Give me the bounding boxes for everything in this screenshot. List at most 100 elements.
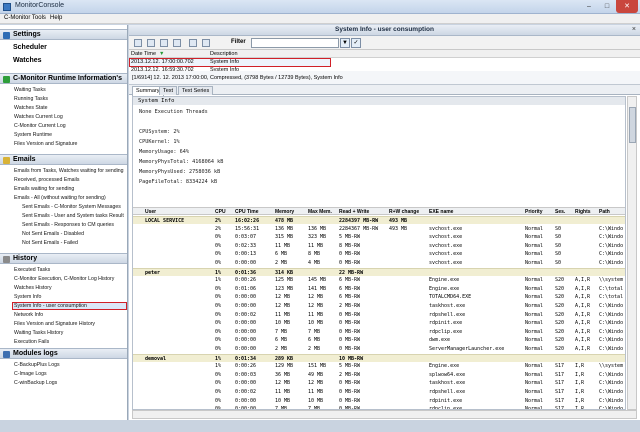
- process-row[interactable]: 0% 0:00:02 11 MB 11 MB 0 MB-RW rdpshell.exe No…: [133, 388, 625, 396]
- filter-input[interactable]: [251, 38, 339, 48]
- col-header-memory[interactable]: Memory: [275, 209, 294, 215]
- col-description[interactable]: Description: [210, 51, 238, 57]
- process-row[interactable]: 0% 0:00:00 6 MB 6 MB 0 MB-RW dwm.exe Normal S20…: [133, 336, 625, 344]
- nav-history-item[interactable]: Executed Tasks: [14, 266, 50, 274]
- search-icon[interactable]: [189, 39, 197, 47]
- maximize-button[interactable]: □: [598, 0, 616, 13]
- nav-email-subitem[interactable]: Not Sent Emails - Failed: [22, 239, 78, 247]
- col-datetime[interactable]: Date Time: [131, 51, 156, 57]
- col-header-read-write[interactable]: Read + Write: [339, 209, 369, 215]
- menu-help[interactable]: Help: [50, 15, 62, 21]
- vertical-scrollbar[interactable]: [627, 96, 637, 410]
- nav-history-item[interactable]: Files Version and Signature History: [14, 320, 95, 328]
- search-next-icon[interactable]: [202, 39, 210, 47]
- col-header-exe-name[interactable]: EXE name: [429, 209, 453, 215]
- col-header-user[interactable]: User: [145, 209, 156, 215]
- process-row[interactable]: 0% 0:00:00 12 MB 12 MB 2 MB-RW taskhost.exe No…: [133, 302, 625, 310]
- nav-history-item[interactable]: Waiting Tasks History: [14, 329, 63, 337]
- col-header-path[interactable]: Path: [599, 209, 610, 215]
- nav-runtime-item[interactable]: Running Tasks: [14, 95, 48, 103]
- process-row[interactable]: 0% 0:00:00 2 MB 2 MB 0 MB-RW ServerManagerLau…: [133, 345, 625, 353]
- tab-text-series[interactable]: Text Series: [178, 86, 214, 95]
- nav-runtime-item[interactable]: Files Version and Signature: [14, 140, 77, 148]
- user-group-row[interactable]: demoval 1% 0:01:34 289 KB 10 MB-RW: [133, 353, 625, 362]
- nav-module-item[interactable]: C-Image Logs: [14, 370, 47, 378]
- process-row[interactable]: 0% 0:00:00 12 MB 12 MB 6 MB-RW TOTALCMD64.EXE…: [133, 293, 625, 301]
- process-row[interactable]: 0% 0:00:00 12 MB 12 MB 0 MB-RW taskhost.exe No…: [133, 379, 625, 387]
- nav-runtime-item[interactable]: Waiting Tasks: [14, 86, 46, 94]
- refresh-icon[interactable]: [134, 39, 142, 47]
- nav-runtime-item[interactable]: Watches State: [14, 104, 48, 112]
- panel-close-icon[interactable]: ×: [632, 26, 636, 33]
- cell-session: S20: [555, 277, 565, 284]
- nav-history-item[interactable]: System Info: [14, 293, 41, 301]
- nav-history-item[interactable]: C-Monitor Execution, C-Monitor Log Histo…: [14, 275, 114, 283]
- nav-runtime-item[interactable]: C-Monitor Current Log: [14, 122, 66, 130]
- nav-email-item[interactable]: Emails waiting for sending: [14, 185, 74, 193]
- scroll-thumb[interactable]: [629, 107, 636, 143]
- close-button[interactable]: ✕: [616, 0, 638, 13]
- process-row[interactable]: 0% 0:02:33 11 MB 11 MB 8 MB-RW svchost.exe Nor…: [133, 242, 625, 250]
- horizontal-scrollbar[interactable]: [132, 410, 637, 419]
- process-row[interactable]: 0% 0:00:02 11 MB 11 MB 0 MB-RW rdpshell.exe No…: [133, 311, 625, 319]
- nav-history-item[interactable]: Network Info: [14, 311, 43, 319]
- col-header-session[interactable]: Ses.: [555, 209, 565, 215]
- process-row[interactable]: 0% 0:01:06 123 MB 141 MB 6 MB-RW Engine.exe No…: [133, 285, 625, 293]
- minimize-button[interactable]: –: [580, 0, 598, 13]
- process-row[interactable]: 0% 0:00:00 10 MB 10 MB 0 MB-RW rdpinit.exe Nor…: [133, 319, 625, 327]
- user-group-row[interactable]: peter 1% 0:01:36 314 KB 22 MB-RW: [133, 267, 625, 276]
- process-row[interactable]: 1% 0:00:26 129 MB 151 MB 5 MB-RW Engine.exe No…: [133, 362, 625, 370]
- nav-module-item[interactable]: C-BackupPlus Logs: [14, 361, 60, 369]
- nav-email-subitem[interactable]: Not Sent Emails - Disabled: [22, 230, 84, 238]
- col-header-rw-change[interactable]: R+W change: [389, 209, 419, 215]
- col-header-max-mem[interactable]: Max Mem.: [308, 209, 332, 215]
- cell-max-mem: 136 MB: [308, 225, 327, 232]
- section-emails[interactable]: Emails: [0, 154, 127, 165]
- section-modules[interactable]: Modules logs: [0, 348, 127, 359]
- tab-text[interactable]: Text: [159, 86, 178, 95]
- col-header-cpu[interactable]: CPU: [215, 209, 226, 215]
- nav-email-item[interactable]: Emails from Tasks, Watches waiting for s…: [14, 167, 124, 175]
- export-icon[interactable]: [160, 39, 168, 47]
- nav-email-subitem[interactable]: Sent Emails - Responses to CM queries: [22, 221, 114, 229]
- save-icon[interactable]: [147, 39, 155, 47]
- user-group-row[interactable]: LOCAL SERVICE 2% 16:02:26 478 MB 2284397 MB-…: [133, 216, 625, 224]
- nav-history-item[interactable]: Execution Fails: [14, 338, 49, 346]
- process-row[interactable]: 0% 0:03:07 315 MB 323 MB 5 MB-RW svchost.exe N…: [133, 233, 625, 241]
- nav-email-item[interactable]: Emails - All (without waiting for sendin…: [14, 194, 106, 202]
- cell-rights: A,I,R: [575, 320, 591, 327]
- filter-apply-icon[interactable]: ✓: [351, 38, 361, 48]
- log-row[interactable]: 2013.12.12. 17:00:00.702 System Info: [129, 58, 331, 67]
- filter-funnel-icon[interactable]: ▼: [340, 38, 350, 48]
- process-row[interactable]: 0% 0:00:00 2 MB 4 MB 0 MB-RW svchost.exe Norma…: [133, 259, 625, 267]
- col-header-rights[interactable]: Rights: [575, 209, 591, 215]
- nav-scheduler[interactable]: Scheduler: [0, 42, 127, 53]
- nav-runtime-item[interactable]: Watches Current Log: [14, 113, 63, 121]
- nav-email-subitem[interactable]: Sent Emails - User and System tasks Resu…: [22, 212, 124, 220]
- process-row[interactable]: 1% 0:00:26 125 MB 145 MB 6 MB-RW Engine.exe No…: [133, 276, 625, 284]
- process-row[interactable]: 0% 0:00:00 10 MB 10 MB 0 MB-RW rdpinit.exe Nor…: [133, 397, 625, 405]
- delete-icon[interactable]: [173, 39, 181, 47]
- section-settings[interactable]: Settings: [0, 29, 127, 40]
- section-history[interactable]: History: [0, 253, 127, 264]
- nav-module-item[interactable]: C-winBackup Logs: [14, 379, 57, 387]
- cell-cpu: 0%: [215, 303, 222, 309]
- cell-cpu: 2%: [215, 225, 222, 232]
- process-row[interactable]: 0% 0:00:00 7 MB 7 MB 0 MB-RW rdpclip.exe Norma…: [133, 328, 625, 336]
- menu-cmonitor-tools[interactable]: C-Monitor Tools: [4, 15, 46, 21]
- nav-email-item[interactable]: Received, processed Emails: [14, 176, 79, 184]
- nav-history-item[interactable]: Watches History: [14, 284, 52, 292]
- col-header-priority[interactable]: Priority: [525, 209, 543, 215]
- nav-email-subitem[interactable]: Sent Emails - C-Monitor System Messages: [22, 203, 121, 211]
- nav-history-item-selected[interactable]: System Info - user consumption: [12, 302, 127, 310]
- process-row[interactable]: 0% 0:00:03 36 MB 49 MB 2 MB-RW splwow64.exe No…: [133, 371, 625, 379]
- cell-memory: 123 MB: [275, 285, 294, 292]
- cell-cpu: 0%: [215, 371, 222, 378]
- nav-watches[interactable]: Watches: [0, 55, 127, 66]
- sysinfo-line: MemoryUsage: 64%: [139, 149, 189, 155]
- col-header-cpu-time[interactable]: CPU Time: [235, 209, 259, 215]
- nav-runtime-item[interactable]: System Runtime: [14, 131, 52, 139]
- section-runtime[interactable]: C-Monitor Runtime Information's: [0, 73, 127, 84]
- process-row[interactable]: 2% 15:56:31 136 MB 136 MB 2284367 MB-RW 493 M…: [133, 225, 625, 233]
- process-row[interactable]: 0% 0:00:13 6 MB 8 MB 0 MB-RW svchost.exe Norma…: [133, 250, 625, 258]
